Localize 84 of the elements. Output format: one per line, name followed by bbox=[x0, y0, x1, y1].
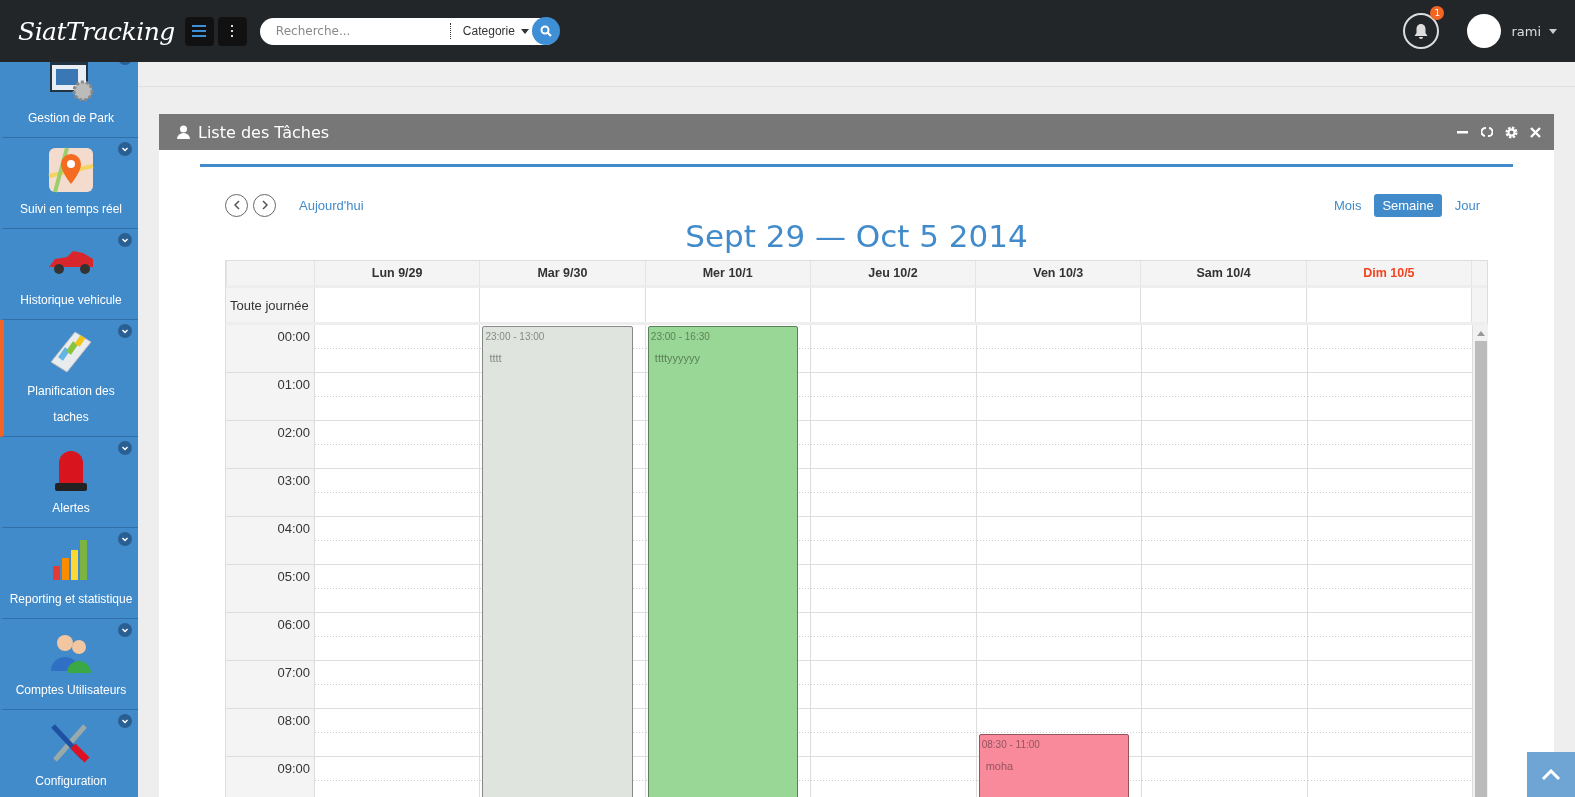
map-pin-icon bbox=[47, 146, 95, 194]
close-icon[interactable] bbox=[1530, 126, 1541, 138]
sidebar-item[interactable]: Reporting et statistique bbox=[0, 528, 138, 619]
user-menu[interactable]: rami bbox=[1511, 23, 1557, 39]
event-title: moha bbox=[985, 760, 1015, 772]
settings-icon[interactable] bbox=[1505, 125, 1518, 139]
sidebar-item[interactable]: Gestion de Park bbox=[0, 62, 138, 138]
chevron-icon[interactable] bbox=[118, 324, 132, 338]
event-title: tttt bbox=[489, 352, 503, 364]
day-header: Mar 9/30 bbox=[479, 261, 645, 288]
logo[interactable]: SiatTracking bbox=[18, 16, 175, 46]
window-gear-icon bbox=[47, 62, 95, 103]
chevron-left-icon bbox=[232, 200, 241, 210]
hour-label: 01:00 bbox=[277, 377, 310, 392]
chevron-icon[interactable] bbox=[118, 441, 132, 455]
more-icon bbox=[230, 25, 235, 37]
sidebar-label: Alertes bbox=[52, 500, 90, 517]
hour-label: 08:00 bbox=[277, 713, 310, 728]
sidebar-label: Comptes Utilisateurs bbox=[15, 682, 127, 699]
bell-icon bbox=[1413, 22, 1430, 40]
sidebar-item[interactable]: Planification des taches bbox=[0, 320, 138, 437]
today-button[interactable]: Aujourd'hui bbox=[299, 197, 364, 213]
sidebar-item[interactable]: Configuration bbox=[0, 710, 138, 797]
search-field[interactable]: Recherche... bbox=[273, 23, 451, 39]
day-header: Mer 10/1 bbox=[644, 261, 810, 288]
sidebar-label: Planification des taches bbox=[26, 383, 116, 426]
chevron-icon[interactable] bbox=[118, 714, 132, 728]
scrollbar-gutter bbox=[1471, 261, 1487, 288]
sidebar-label: Suivi en temps réel bbox=[19, 201, 122, 218]
scroll-thumb[interactable] bbox=[1474, 341, 1487, 797]
hour-label: 07:00 bbox=[277, 665, 310, 680]
chevron-up-icon bbox=[1541, 768, 1561, 781]
menu-icon bbox=[192, 25, 207, 37]
event-time: 23:00 - 16:30 bbox=[650, 331, 711, 342]
hour-label: 09:00 bbox=[277, 761, 310, 776]
menu-button[interactable] bbox=[184, 16, 214, 46]
day-header: Dim 10/5 bbox=[1305, 261, 1471, 288]
search-button[interactable] bbox=[531, 17, 560, 45]
day-header: Sam 10/4 bbox=[1140, 261, 1306, 288]
view-tab[interactable]: Semaine bbox=[1374, 193, 1442, 217]
hour-label: 05:00 bbox=[277, 569, 310, 584]
chevron-icon[interactable] bbox=[118, 623, 132, 637]
caret-icon bbox=[520, 28, 529, 34]
day-header: Ven 10/3 bbox=[975, 261, 1141, 288]
view-tab[interactable]: Mois bbox=[1325, 193, 1370, 217]
day-header: Jeu 10/2 bbox=[809, 261, 976, 288]
chevron-right-icon bbox=[260, 200, 269, 210]
sidebar-label: Gestion de Park bbox=[27, 110, 114, 127]
hour-label: 02:00 bbox=[277, 425, 310, 440]
panel-title: Liste des Tâches bbox=[198, 122, 330, 142]
sidebar-item[interactable]: Historique vehicule bbox=[0, 229, 138, 320]
view-tab[interactable]: Jour bbox=[1446, 193, 1488, 217]
avatar[interactable] bbox=[1467, 14, 1502, 48]
category-dropdown[interactable]: Categorie bbox=[462, 24, 529, 38]
calendar-event[interactable]: 08:30 - 11:00 moha bbox=[978, 734, 1130, 797]
hour-label: 00:00 bbox=[277, 329, 310, 344]
event-time: 08:30 - 11:00 bbox=[981, 739, 1041, 750]
calendar-event[interactable]: 23:00 - 16:30 ttttyyyyyy bbox=[647, 326, 799, 797]
chevron-icon[interactable] bbox=[118, 233, 132, 247]
calendar-title: Sept 29 — Oct 5 2014 bbox=[684, 218, 1029, 254]
caret-icon bbox=[1549, 28, 1557, 34]
event-title: ttttyyyyyy bbox=[654, 352, 702, 364]
search-icon bbox=[539, 25, 552, 37]
sidebar-label: Reporting et statistique bbox=[9, 591, 133, 608]
calendar-event[interactable]: 23:00 - 13:00 tttt bbox=[482, 326, 633, 797]
hour-label: 03:00 bbox=[277, 473, 310, 488]
hour-label: 06:00 bbox=[277, 617, 310, 632]
notification-badge: 1 bbox=[1430, 6, 1445, 20]
chevron-icon[interactable] bbox=[118, 142, 132, 156]
chevron-icon[interactable] bbox=[118, 532, 132, 546]
hour-label: 04:00 bbox=[277, 521, 310, 536]
event-time: 23:00 - 13:00 bbox=[485, 331, 546, 342]
scrollbar[interactable] bbox=[1472, 325, 1488, 797]
sidebar-item[interactable]: Suivi en temps réel bbox=[0, 138, 138, 229]
sidebar-label: Historique vehicule bbox=[20, 292, 122, 309]
day-header: Lun 9/29 bbox=[314, 261, 480, 288]
user-icon bbox=[177, 125, 190, 139]
all-day-label: Toute journée bbox=[226, 288, 314, 322]
sidebar-label: Configuration bbox=[35, 773, 107, 790]
search-bar[interactable]: Recherche... Categorie bbox=[259, 17, 559, 45]
scroll-to-top-button[interactable] bbox=[1527, 752, 1575, 797]
refresh-icon[interactable] bbox=[1481, 126, 1493, 138]
sidebar-item[interactable]: Alertes bbox=[0, 437, 138, 528]
sidebar-item[interactable]: Comptes Utilisateurs bbox=[0, 619, 138, 710]
